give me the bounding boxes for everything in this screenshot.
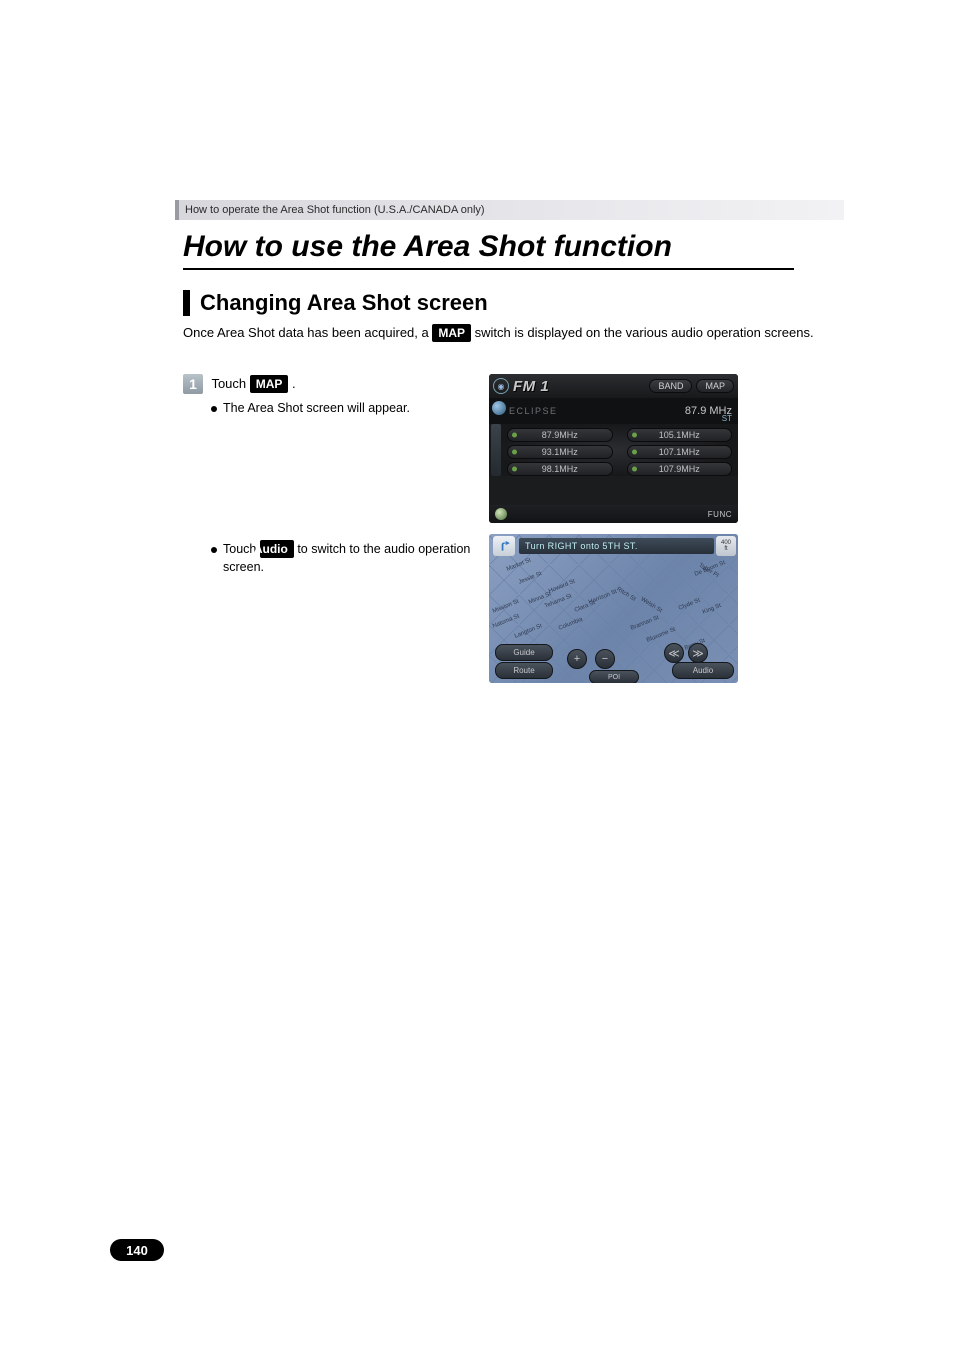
section-heading: Changing Area Shot screen bbox=[183, 290, 488, 316]
stereo-indicator: ST bbox=[722, 414, 732, 423]
prev-button[interactable]: ≪ bbox=[664, 643, 684, 663]
step-post: . bbox=[288, 376, 295, 391]
zoom-in-button[interactable]: + bbox=[567, 649, 587, 669]
map-button[interactable]: MAP bbox=[696, 379, 734, 393]
fm-top-bar: ◉ FM 1 BAND MAP bbox=[489, 374, 738, 398]
page-title: How to use the Area Shot function bbox=[183, 230, 794, 270]
preset-4[interactable]: 107.1MHz bbox=[627, 445, 733, 459]
step-number-badge: 1 bbox=[183, 374, 203, 394]
map-screenshot: Turn RIGHT onto 5TH ST. 400 ft Market St… bbox=[489, 534, 738, 683]
bullet-icon bbox=[211, 547, 217, 553]
section-title-text: Changing Area Shot screen bbox=[200, 290, 488, 316]
tune-up-icon[interactable] bbox=[492, 401, 506, 415]
preset-2[interactable]: 105.1MHz bbox=[627, 428, 733, 442]
station-name: ECLIPSE bbox=[509, 406, 685, 416]
page-number: 140 bbox=[110, 1239, 164, 1261]
step-text: Touch MAP . bbox=[211, 376, 295, 391]
fm-title: FM 1 bbox=[513, 378, 645, 395]
poi-button[interactable]: POI bbox=[589, 670, 639, 683]
turn-right-icon bbox=[493, 536, 515, 556]
func-button[interactable]: FUNC bbox=[708, 510, 732, 519]
step-bullet: The Area Shot screen will appear. bbox=[211, 400, 483, 418]
preset-6[interactable]: 107.9MHz bbox=[627, 462, 733, 476]
preset-area: 87.9MHz 105.1MHz 93.1MHz 107.1MHz 98.1MH… bbox=[489, 424, 738, 476]
guidance-bar: Turn RIGHT onto 5TH ST. bbox=[519, 538, 714, 554]
section-bar-icon bbox=[183, 290, 190, 316]
tune-down-icon[interactable] bbox=[495, 508, 507, 520]
fm-info-row: ECLIPSE 87.9 MHz ST bbox=[489, 398, 738, 424]
next-button[interactable]: ≫ bbox=[688, 643, 708, 663]
bullet-icon bbox=[211, 406, 217, 412]
guide-button[interactable]: Guide bbox=[495, 644, 553, 661]
step-bullet-text: The Area Shot screen will appear. bbox=[223, 401, 410, 415]
breadcrumb: How to operate the Area Shot function (U… bbox=[175, 200, 844, 220]
fm-radio-screenshot: ◉ FM 1 BAND MAP ECLIPSE 87.9 MHz ST 87.9… bbox=[489, 374, 738, 523]
distance-badge: 400 ft bbox=[716, 536, 736, 556]
step-pre: Touch bbox=[211, 376, 249, 391]
guidance-text: Turn RIGHT onto 5TH ST. bbox=[525, 541, 638, 551]
intro-pre: Once Area Shot data has been acquired, a bbox=[183, 325, 432, 340]
map-badge: MAP bbox=[432, 324, 471, 342]
breadcrumb-text: How to operate the Area Shot function (U… bbox=[185, 204, 485, 216]
fm-bottom-bar: FUNC bbox=[489, 505, 738, 523]
step-1: 1 Touch MAP . The Area Shot screen will … bbox=[183, 374, 483, 418]
preset-3[interactable]: 93.1MHz bbox=[507, 445, 613, 459]
side-tab-icon[interactable] bbox=[491, 424, 501, 476]
second-instruction: Touch Audio to switch to the audio opera… bbox=[183, 534, 483, 576]
intro-post: switch is displayed on the various audio… bbox=[475, 325, 814, 340]
map-badge-step: MAP bbox=[250, 375, 289, 393]
distance-unit: ft bbox=[724, 546, 727, 552]
preset-1[interactable]: 87.9MHz bbox=[507, 428, 613, 442]
band-button[interactable]: BAND bbox=[649, 379, 692, 393]
audio-badge: Audio bbox=[260, 540, 294, 558]
preset-5[interactable]: 98.1MHz bbox=[507, 462, 613, 476]
audio-button[interactable]: Audio bbox=[672, 662, 734, 679]
intro-paragraph: Once Area Shot data has been acquired, a… bbox=[183, 324, 823, 343]
zoom-out-button[interactable]: − bbox=[595, 649, 615, 669]
radio-icon: ◉ bbox=[493, 378, 509, 394]
route-button[interactable]: Route bbox=[495, 662, 553, 679]
